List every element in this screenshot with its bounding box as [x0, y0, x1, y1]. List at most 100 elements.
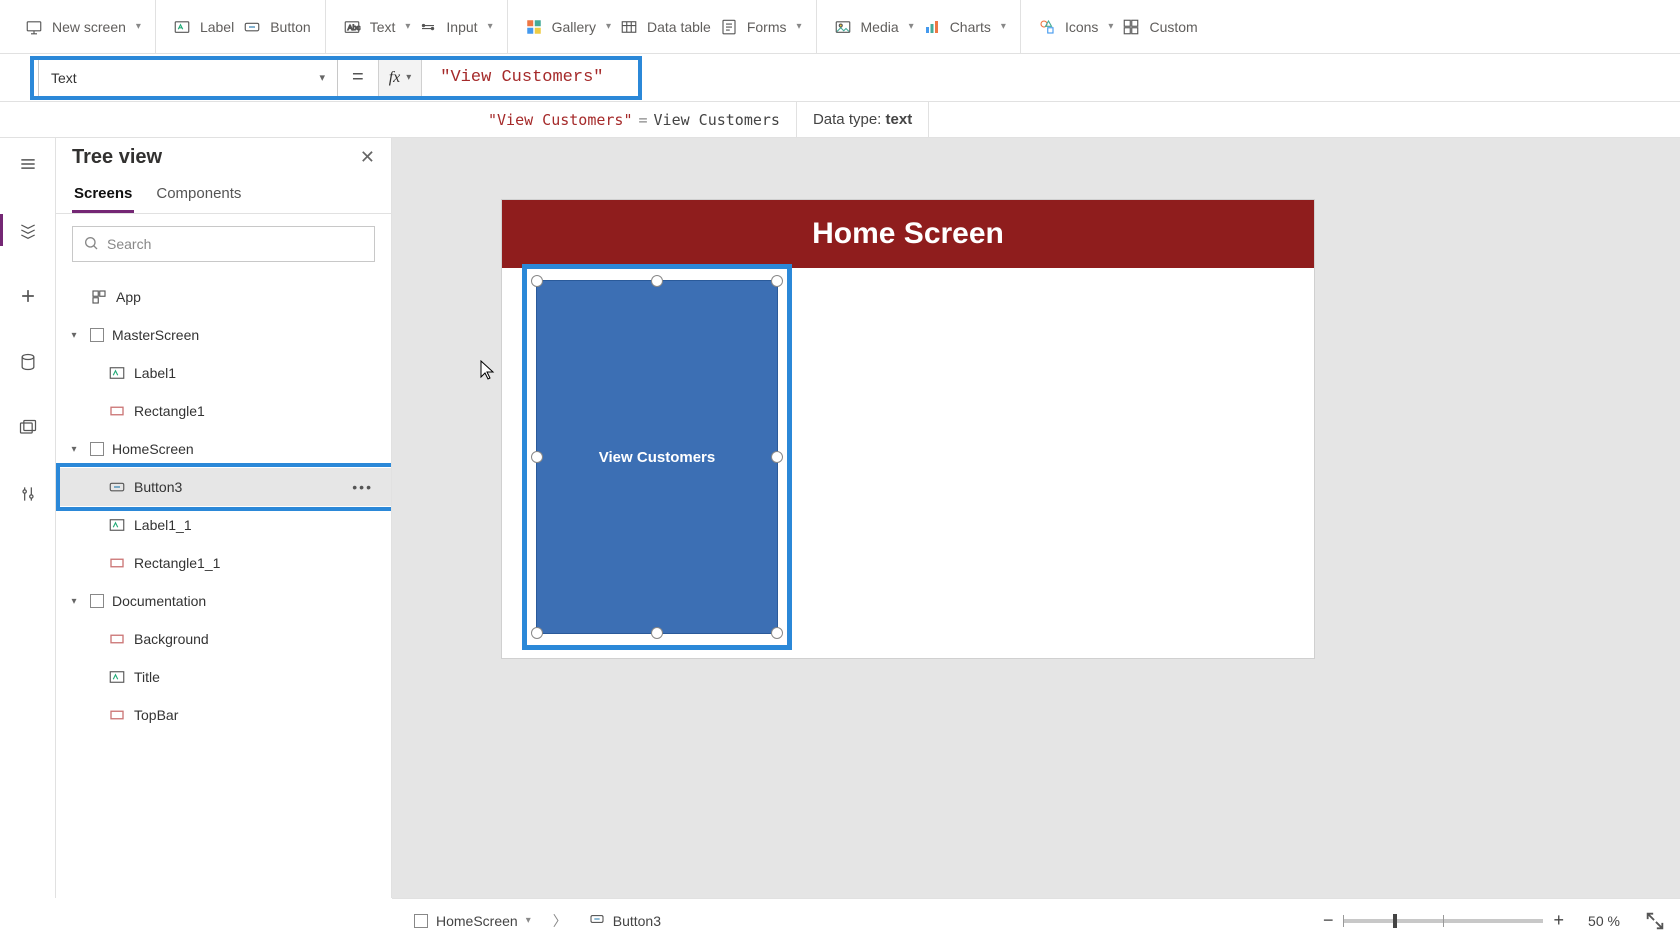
chevron-down-icon[interactable]: ▾ — [66, 596, 82, 607]
tree-item-background[interactable]: Background — [56, 620, 391, 658]
ribbon-label: New screen — [52, 19, 126, 35]
button-text: View Customers — [599, 449, 715, 466]
gallery-icon — [524, 17, 544, 37]
breadcrumb-screen[interactable]: HomeScreen ▾ — [406, 913, 539, 929]
ribbon-icons[interactable]: Icons ▾ — [1037, 17, 1114, 37]
ribbon-label: Media — [861, 19, 899, 35]
screen-title: Home Screen — [812, 217, 1004, 251]
ribbon-custom[interactable]: Custom — [1121, 17, 1197, 37]
tree-item-masterscreen[interactable]: ▾ MasterScreen — [56, 316, 391, 354]
resize-handle[interactable] — [531, 451, 543, 463]
chevron-down-icon: ▾ — [406, 72, 411, 83]
zoom-out-button[interactable]: − — [1323, 910, 1334, 931]
tree-item-topbar[interactable]: TopBar — [56, 696, 391, 734]
icons-icon — [1037, 17, 1057, 37]
chevron-down-icon: ▾ — [405, 21, 410, 32]
tree-item-button3[interactable]: Button3 ••• — [56, 468, 391, 506]
tree-tabs: Screens Components — [56, 173, 391, 214]
tree-item-title[interactable]: Title — [56, 658, 391, 696]
resize-handle[interactable] — [531, 627, 543, 639]
formula-bar: Text ▾ = fx ▾ "View Customers" — [0, 54, 1680, 102]
formula-value: "View Customers" — [440, 68, 603, 87]
data-button[interactable] — [8, 342, 48, 382]
resize-handle[interactable] — [531, 275, 543, 287]
zoom-in-button[interactable]: + — [1553, 910, 1564, 931]
ribbon-forms[interactable]: Forms ▾ — [719, 17, 802, 37]
resize-handle[interactable] — [771, 627, 783, 639]
text-icon: Abc — [342, 17, 362, 37]
screen-icon — [24, 17, 44, 37]
property-selector[interactable]: Text ▾ — [38, 59, 338, 97]
button-icon — [589, 911, 605, 930]
input-icon — [418, 17, 438, 37]
insert-button[interactable] — [8, 276, 48, 316]
tree-item-app[interactable]: App — [56, 278, 391, 316]
property-name: Text — [51, 70, 77, 86]
chevron-down-icon: ▾ — [1001, 21, 1006, 32]
resize-handle[interactable] — [651, 275, 663, 287]
tab-components[interactable]: Components — [154, 177, 243, 213]
resize-handle[interactable] — [771, 451, 783, 463]
ribbon-label-control[interactable]: Label — [172, 17, 234, 37]
close-icon[interactable]: ✕ — [360, 147, 375, 168]
ribbon-new-screen[interactable]: New screen ▾ — [24, 17, 141, 37]
tree-item-label1-1[interactable]: Label1_1 — [56, 506, 391, 544]
insert-ribbon: New screen ▾ Label Button Abc Text ▾ — [0, 0, 1680, 54]
resize-handle[interactable] — [771, 275, 783, 287]
label-icon — [172, 17, 192, 37]
media-rail-button[interactable] — [8, 408, 48, 448]
tree-item-documentation[interactable]: ▾ Documentation — [56, 582, 391, 620]
device-preview: Home Screen View Customers — [502, 200, 1314, 658]
ribbon-charts[interactable]: Charts ▾ — [922, 17, 1006, 37]
canvas[interactable]: Home Screen View Customers — [392, 138, 1680, 898]
tree-item-label1[interactable]: Label1 — [56, 354, 391, 392]
canvas-button3[interactable]: View Customers — [536, 280, 778, 634]
rect-icon — [108, 402, 126, 420]
ribbon-label: Charts — [950, 19, 991, 35]
fx-label: fx — [389, 69, 401, 87]
chevron-down-icon: ▾ — [319, 71, 325, 84]
equals-sign: = — [346, 66, 370, 89]
fx-button[interactable]: fx ▾ — [378, 59, 423, 97]
ribbon-datatable[interactable]: Data table — [619, 17, 711, 37]
tree-item-rectangle1-1[interactable]: Rectangle1_1 — [56, 544, 391, 582]
zoom-thumb[interactable] — [1393, 914, 1397, 928]
formula-input[interactable]: "View Customers" — [430, 59, 630, 97]
custom-icon — [1121, 17, 1141, 37]
ribbon-label: Input — [446, 19, 477, 35]
more-icon[interactable]: ••• — [352, 479, 373, 495]
label-icon — [108, 516, 126, 534]
tab-screens[interactable]: Screens — [72, 177, 134, 213]
screen-icon — [90, 328, 104, 342]
data-type: Data type: text — [797, 102, 929, 137]
svg-text:Abc: Abc — [347, 23, 360, 32]
fullscreen-icon[interactable] — [1644, 910, 1666, 932]
datatable-icon — [619, 17, 639, 37]
rect-icon — [108, 554, 126, 572]
tree-view-button[interactable] — [8, 210, 48, 250]
resize-handle[interactable] — [651, 627, 663, 639]
tree-item-rectangle1[interactable]: Rectangle1 — [56, 392, 391, 430]
forms-icon — [719, 17, 739, 37]
ribbon-button-control[interactable]: Button — [242, 17, 310, 37]
chevron-down-icon[interactable]: ▾ — [66, 330, 82, 341]
ribbon-input[interactable]: Input ▾ — [418, 17, 492, 37]
advanced-tools-button[interactable] — [8, 474, 48, 514]
screen-header: Home Screen — [502, 200, 1314, 268]
ribbon-label: Button — [270, 19, 310, 35]
chevron-down-icon[interactable]: ▾ — [66, 444, 82, 455]
search-input[interactable]: Search — [72, 226, 375, 262]
tree-item-homescreen[interactable]: ▾ HomeScreen — [56, 430, 391, 468]
zoom-slider[interactable] — [1343, 919, 1543, 923]
breadcrumb-element[interactable]: Button3 — [581, 911, 669, 930]
left-rail — [0, 138, 56, 898]
formula-result: "View Customers" = View Customers — [472, 102, 797, 137]
ribbon-media[interactable]: Media ▾ — [833, 17, 914, 37]
formula-result-bar: "View Customers" = View Customers Data t… — [0, 102, 1680, 138]
ribbon-text[interactable]: Abc Text ▾ — [342, 17, 411, 37]
ribbon-gallery[interactable]: Gallery ▾ — [524, 17, 611, 37]
chevron-down-icon: ▾ — [488, 21, 493, 32]
chevron-down-icon: ▾ — [909, 21, 914, 32]
search-placeholder: Search — [107, 236, 151, 252]
hamburger-button[interactable] — [8, 144, 48, 184]
